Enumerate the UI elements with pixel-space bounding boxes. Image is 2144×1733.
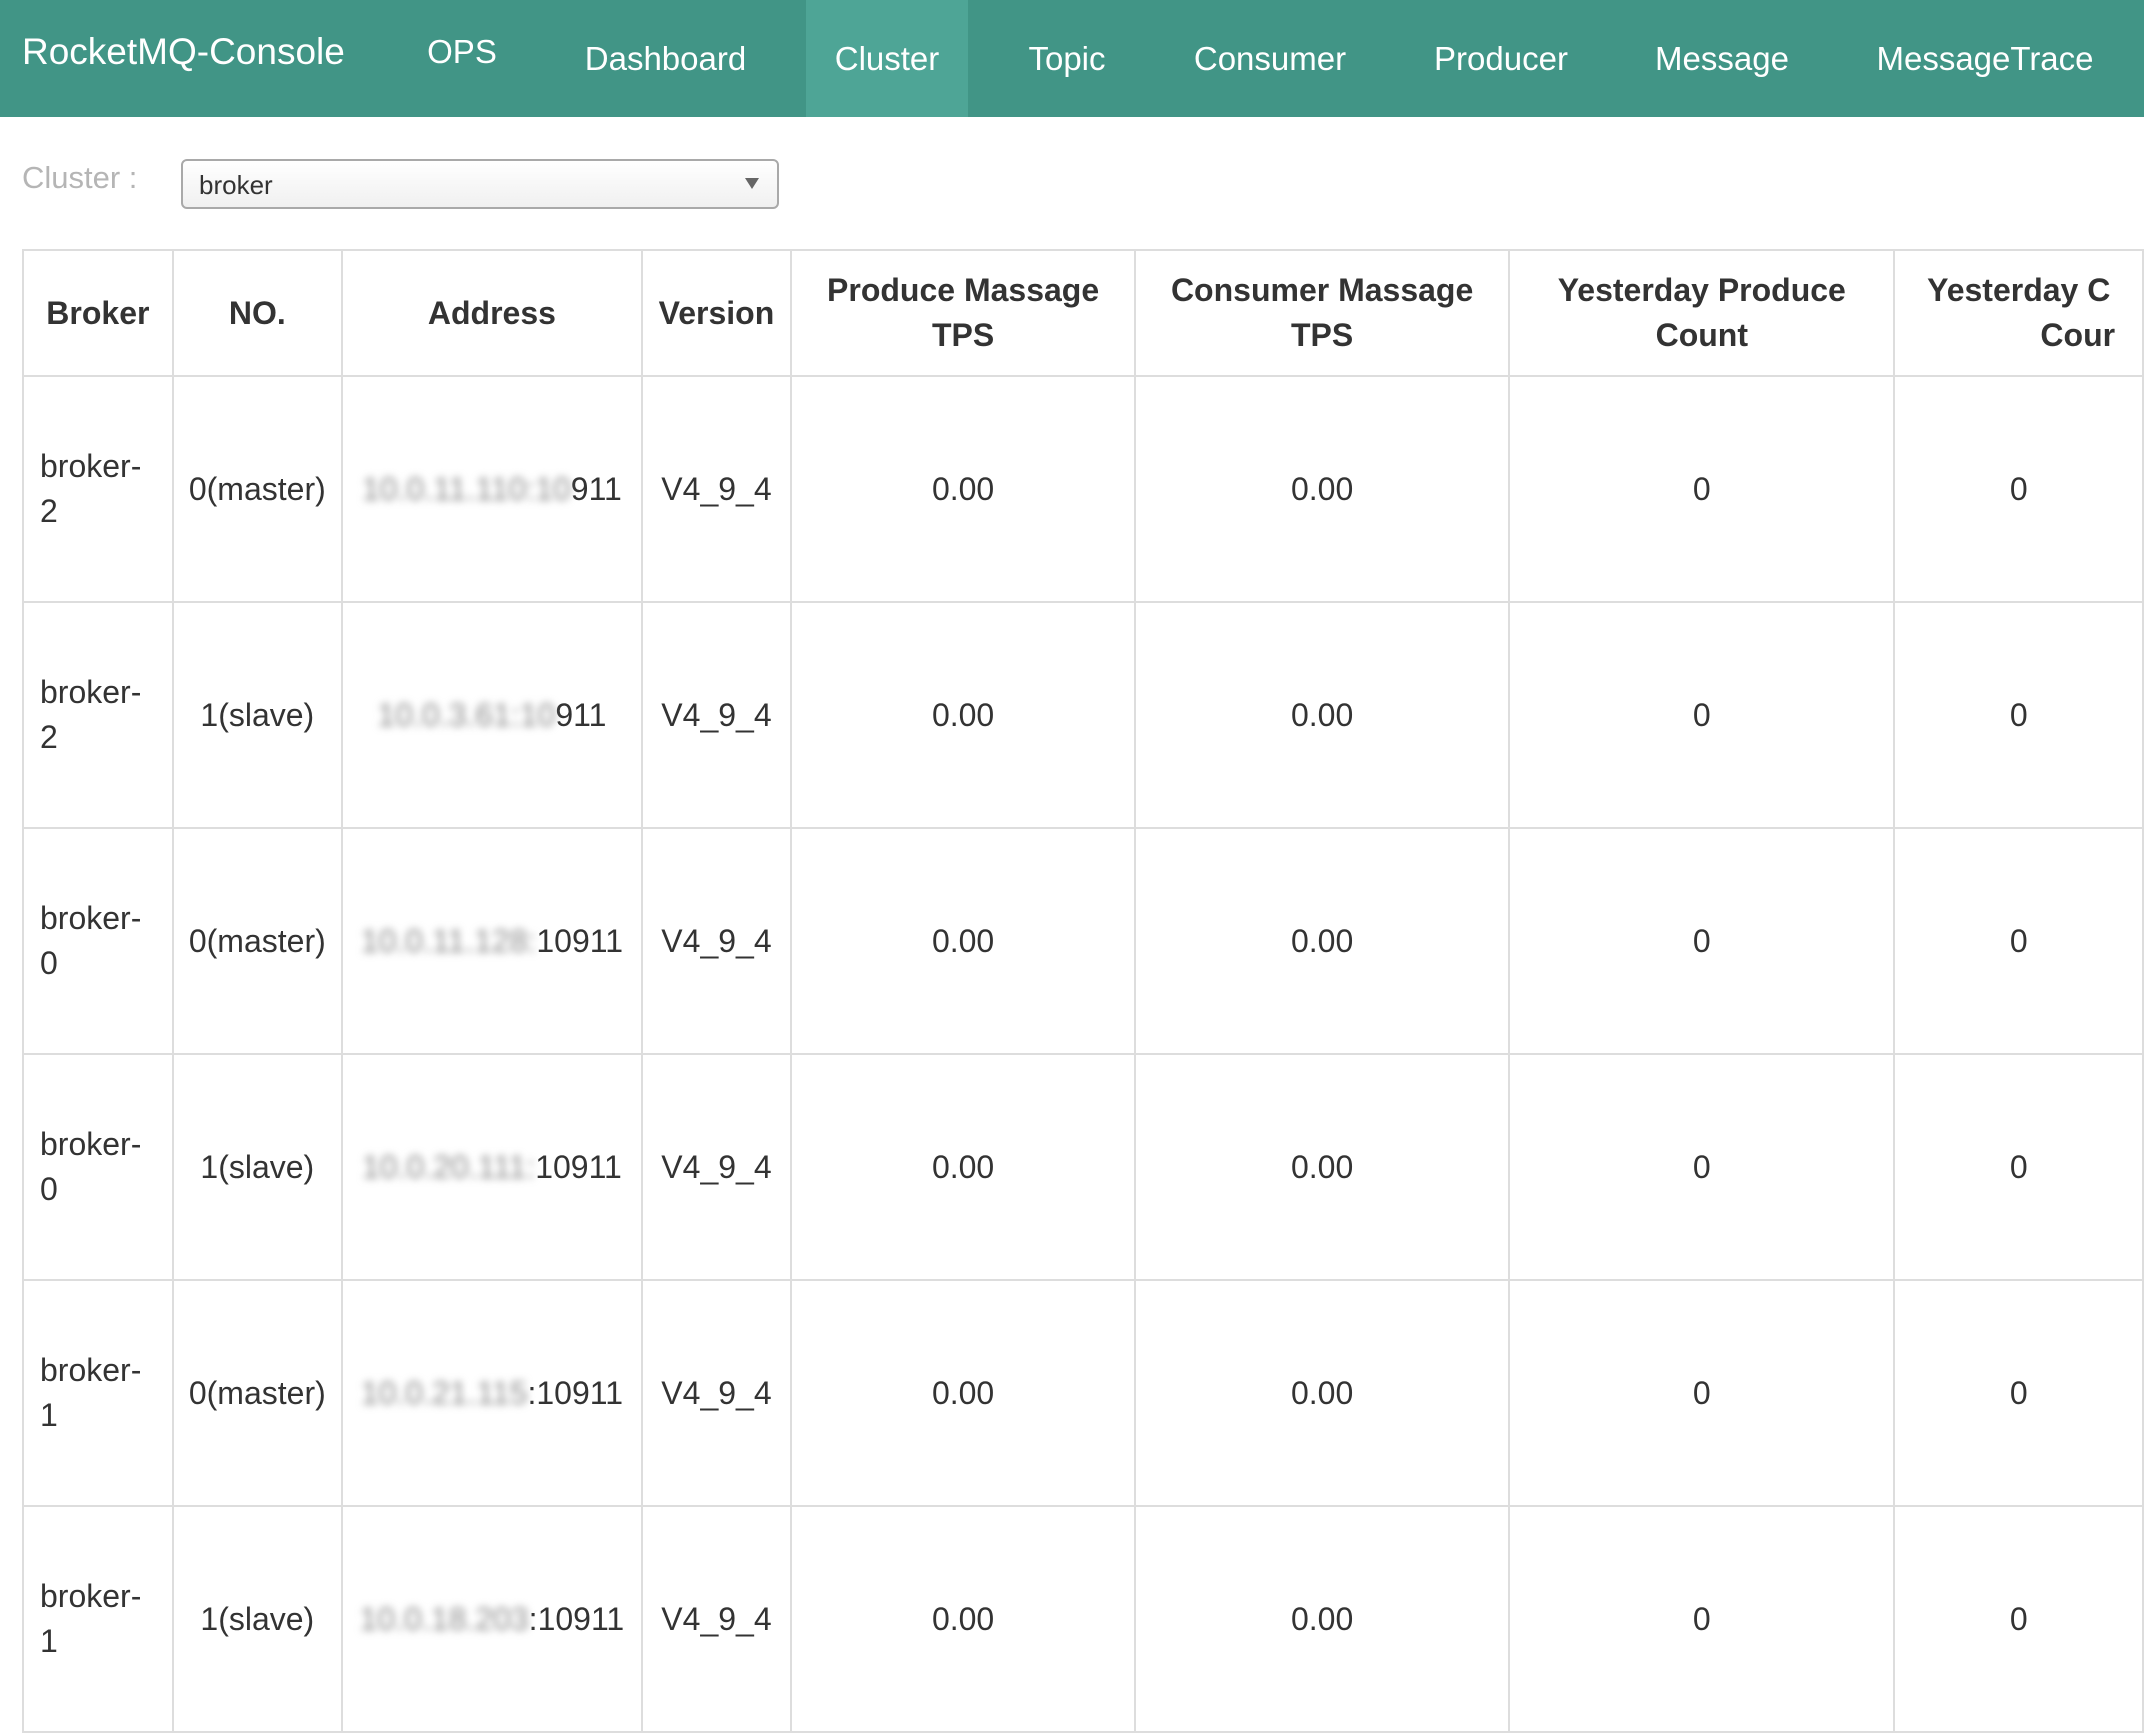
brand-title[interactable]: RocketMQ-Console [22, 0, 345, 103]
cell-no: 0(master) [171, 1279, 343, 1507]
address-port: :10911 [527, 1374, 623, 1411]
address-port: 10911 [536, 922, 623, 959]
cell-consumer-tps: 0.00 [1134, 1053, 1511, 1281]
cell-consumer-tps: 0.00 [1134, 1505, 1511, 1733]
nav-item-messagetrace[interactable]: MessageTrace [1850, 0, 2120, 117]
cell-no: 0(master) [171, 375, 343, 603]
cell-consumer-tps: 0.00 [1134, 827, 1511, 1055]
table-row: broker- 1 0(master) 10.0.21.115:10911 V4_… [22, 1279, 2144, 1507]
cluster-select-value: broker [199, 170, 273, 200]
cell-yesterday-consume: 0 [1893, 1053, 2144, 1281]
address-masked: 10.0.20.111: [362, 1148, 536, 1185]
cell-yesterday-consume: 0 [1893, 601, 2144, 829]
cell-produce-tps: 0.00 [790, 1505, 1137, 1733]
cell-version: V4_9_4 [640, 1505, 793, 1733]
cell-yesterday-produce: 0 [1508, 601, 1896, 829]
nav-item-message[interactable]: Message [1625, 0, 1819, 117]
cell-broker: broker- 2 [22, 375, 174, 603]
address-port: 911 [570, 470, 622, 507]
address-port: 10911 [535, 1148, 622, 1185]
cell-yesterday-consume: 0 [1893, 375, 2144, 603]
nav-item-dashboard[interactable]: Dashboard [558, 0, 773, 117]
cluster-select[interactable]: broker [181, 159, 779, 209]
cell-no: 1(slave) [171, 1053, 343, 1281]
table-row: broker- 2 0(master) 10.0.11.110:10911 V4_… [22, 375, 2144, 603]
cell-yesterday-consume: 0 [1893, 1505, 2144, 1733]
nav-item-cluster[interactable]: Cluster [806, 0, 968, 117]
cell-version: V4_9_4 [640, 601, 793, 829]
cell-produce-tps: 0.00 [790, 827, 1137, 1055]
cell-yesterday-produce: 0 [1508, 1053, 1896, 1281]
address-masked: 10.0.21.115 [360, 1374, 528, 1411]
table-row: broker- 0 0(master) 10.0.11.128:10911 V4_… [22, 827, 2144, 1055]
cell-consumer-tps: 0.00 [1134, 1279, 1511, 1507]
cell-address: 10.0.11.110:10911 [340, 375, 643, 603]
cell-address: 10.0.21.115:10911 [340, 1279, 643, 1507]
address-masked: 10.0.11.128: [360, 922, 537, 959]
nav-item-topic[interactable]: Topic [1000, 0, 1134, 117]
cell-version: V4_9_4 [640, 827, 793, 1055]
cell-address: 10.0.3.61:10911 [340, 601, 643, 829]
table-row: broker- 0 1(slave) 10.0.20.111:10911 V4_9… [22, 1053, 2144, 1281]
header-broker[interactable]: Broker [22, 249, 174, 377]
cell-broker: broker- 1 [22, 1505, 174, 1733]
cluster-filter-label: Cluster : [22, 160, 138, 195]
cell-produce-tps: 0.00 [790, 1053, 1137, 1281]
cell-yesterday-produce: 0 [1508, 375, 1896, 603]
chevron-down-icon [745, 178, 759, 189]
nav-item-ops[interactable]: OPS [377, 0, 547, 117]
cell-yesterday-produce: 0 [1508, 827, 1896, 1055]
broker-table: Broker NO. Address Version Produce Massa… [22, 249, 2144, 1733]
header-consumer-tps[interactable]: Consumer Massage TPS [1134, 249, 1511, 377]
table-row: broker- 2 1(slave) 10.0.3.61:10911 V4_9_4… [22, 601, 2144, 829]
header-address[interactable]: Address [340, 249, 643, 377]
table-row: broker- 1 1(slave) 10.0.18.203:10911 V4_9… [22, 1505, 2144, 1733]
cell-produce-tps: 0.00 [790, 375, 1137, 603]
cell-address: 10.0.20.111:10911 [340, 1053, 643, 1281]
top-navbar: RocketMQ-Console OPS Dashboard Cluster T… [0, 0, 2144, 117]
cell-address: 10.0.11.128:10911 [340, 827, 643, 1055]
cell-yesterday-produce: 0 [1508, 1505, 1896, 1733]
nav-item-producer[interactable]: Producer [1408, 0, 1594, 117]
cell-broker: broker- 0 [22, 827, 174, 1055]
header-produce-tps[interactable]: Produce Massage TPS [790, 249, 1137, 377]
address-port: 911 [555, 696, 607, 733]
nav-item-consumer[interactable]: Consumer [1166, 0, 1374, 117]
cell-produce-tps: 0.00 [790, 601, 1137, 829]
cell-yesterday-consume: 0 [1893, 827, 2144, 1055]
header-yesterday-consume[interactable]: Yesterday C Cour [1893, 249, 2144, 377]
cell-broker: broker- 1 [22, 1279, 174, 1507]
cell-no: 1(slave) [171, 601, 343, 829]
cell-broker: broker- 0 [22, 1053, 174, 1281]
cell-no: 0(master) [171, 827, 343, 1055]
cell-version: V4_9_4 [640, 1053, 793, 1281]
header-version[interactable]: Version [640, 249, 793, 377]
address-masked: 10.0.18.203 [359, 1600, 529, 1637]
address-masked: 10.0.3.61:10 [377, 696, 556, 733]
cell-consumer-tps: 0.00 [1134, 601, 1511, 829]
cell-version: V4_9_4 [640, 375, 793, 603]
table-header-row: Broker NO. Address Version Produce Massa… [22, 249, 2144, 377]
address-masked: 10.0.11.110:10 [362, 470, 571, 507]
header-no[interactable]: NO. [171, 249, 343, 377]
address-port: :10911 [528, 1600, 625, 1637]
cell-address: 10.0.18.203:10911 [340, 1505, 643, 1733]
cell-yesterday-produce: 0 [1508, 1279, 1896, 1507]
header-yesterday-produce[interactable]: Yesterday Produce Count [1508, 249, 1896, 377]
cell-no: 1(slave) [171, 1505, 343, 1733]
cell-broker: broker- 2 [22, 601, 174, 829]
cell-version: V4_9_4 [640, 1279, 793, 1507]
cell-yesterday-consume: 0 [1893, 1279, 2144, 1507]
cell-produce-tps: 0.00 [790, 1279, 1137, 1507]
cell-consumer-tps: 0.00 [1134, 375, 1511, 603]
